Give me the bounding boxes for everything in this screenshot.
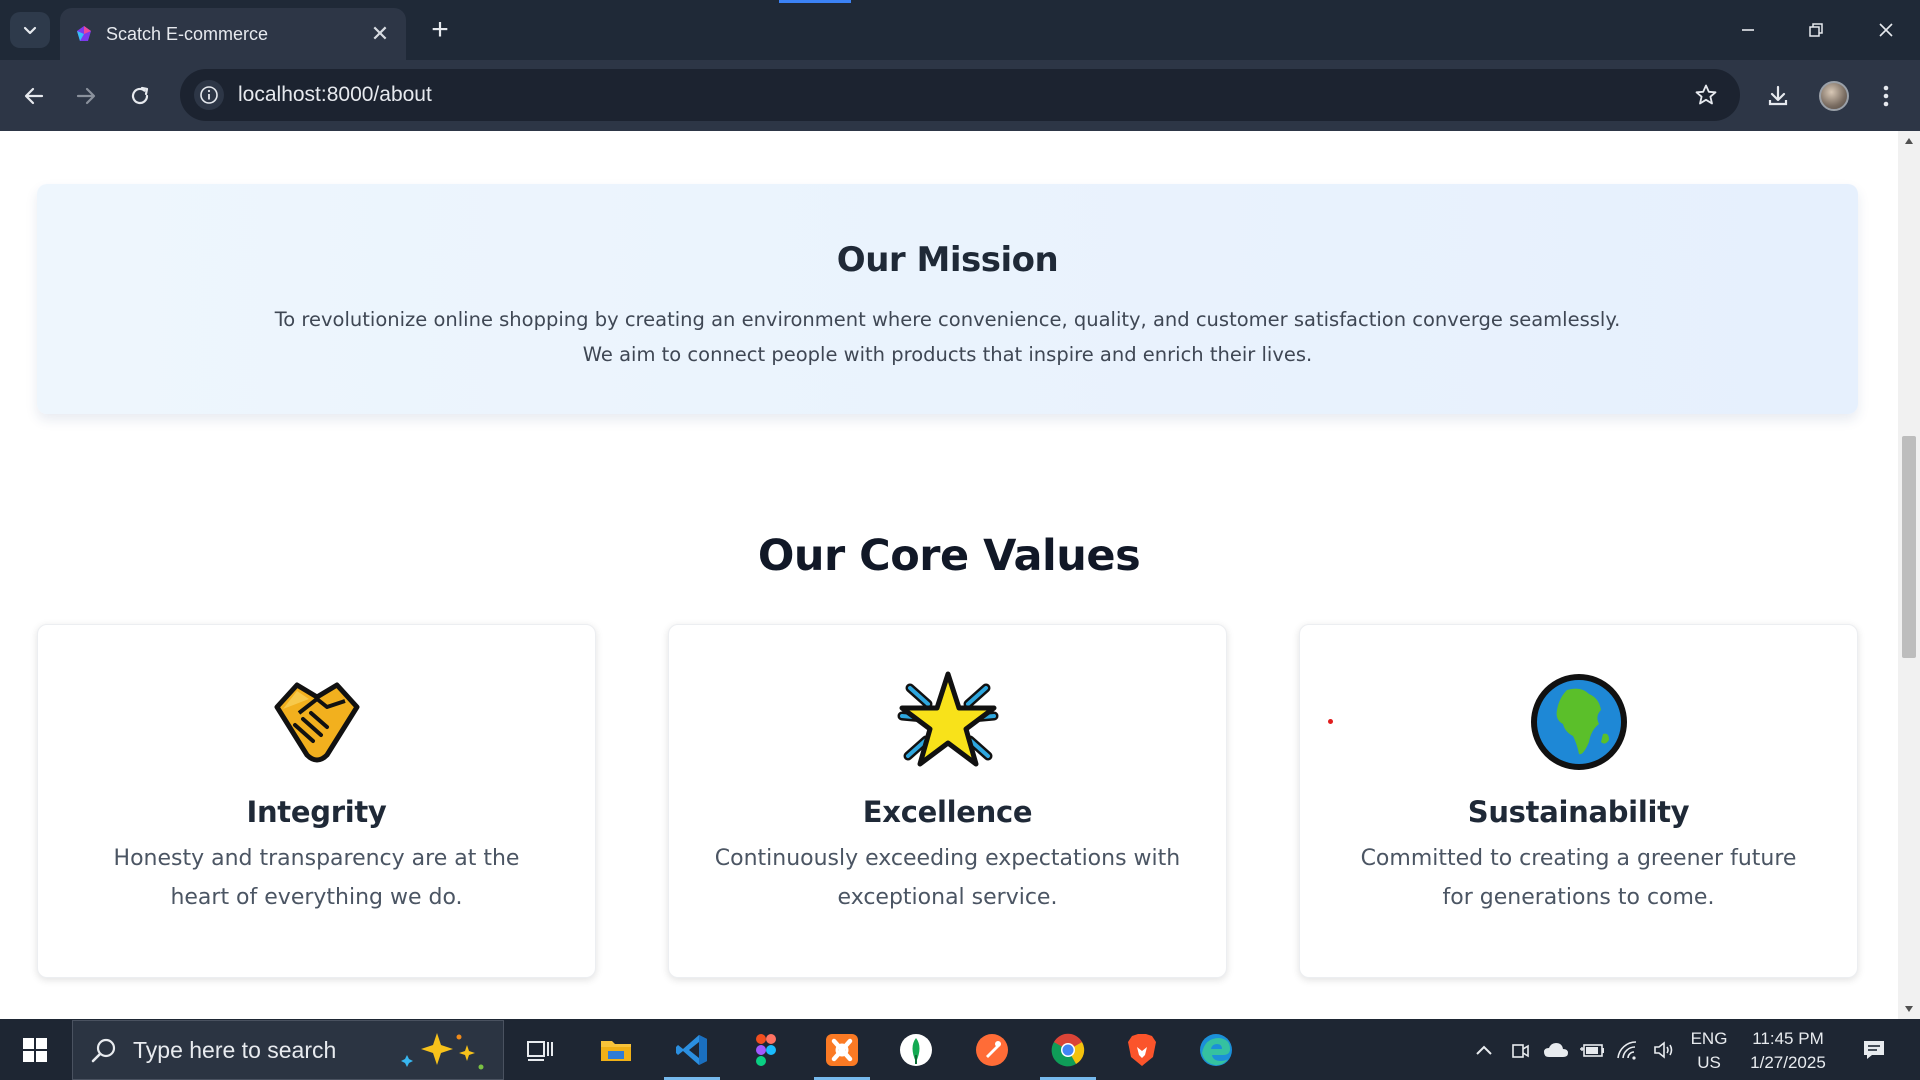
chrome-app[interactable] (1036, 1019, 1100, 1080)
info-circle-icon (200, 86, 218, 104)
chevron-up-icon (1476, 1045, 1492, 1055)
new-tab-button[interactable]: + (422, 12, 458, 48)
mongodb-leaf-icon (900, 1033, 932, 1066)
taskbar-search-box[interactable]: Type here to search (72, 1020, 504, 1080)
brave-app[interactable] (1110, 1019, 1174, 1080)
avatar (1819, 81, 1849, 111)
scrollbar-thumb[interactable] (1902, 436, 1916, 658)
input-language-indicator[interactable]: ENG US (1686, 1027, 1732, 1075)
value-title: Sustainability (1467, 795, 1690, 829)
scroll-down-arrow-icon[interactable] (1898, 999, 1920, 1019)
close-icon (1879, 23, 1893, 37)
arrow-right-icon (76, 87, 96, 105)
keyboard-region: US (1697, 1053, 1721, 1072)
stray-red-dot (1328, 719, 1333, 724)
figma-app[interactable] (734, 1019, 798, 1080)
file-explorer-app[interactable] (584, 1019, 648, 1080)
xampp-icon (826, 1033, 858, 1066)
close-tab-icon[interactable]: ✕ (368, 21, 392, 47)
tab-title: Scatch E-commerce (106, 23, 269, 44)
sparkle-icon (401, 1033, 484, 1070)
search-icon (91, 1038, 116, 1063)
mongodb-compass-app[interactable] (884, 1019, 948, 1080)
value-title: Excellence (862, 795, 1033, 829)
value-text: Committed to creating a greener future f… (1360, 846, 1797, 910)
value-card-integrity: Integrity Honesty and transparency are a… (37, 624, 596, 978)
wifi-icon[interactable] (1612, 1019, 1644, 1080)
address-url[interactable]: localhost:8000/about (238, 83, 432, 107)
browser-menu-button[interactable] (1866, 76, 1906, 116)
search-placeholder: Type here to search (133, 1036, 337, 1063)
minimize-button[interactable] (1720, 10, 1776, 50)
browser-tab-active[interactable]: Scatch E-commerce ✕ (60, 8, 406, 60)
vscode-icon (676, 1034, 707, 1065)
value-title: Integrity (246, 795, 387, 829)
clock-time: 11:45 PM (1752, 1029, 1824, 1048)
tab-loading-indicator (779, 0, 851, 3)
clock-date: 1/27/2025 (1750, 1053, 1826, 1072)
restore-icon (1809, 23, 1823, 37)
minimize-icon (1742, 29, 1754, 31)
restore-button[interactable] (1788, 10, 1844, 50)
page-scrollbar[interactable] (1898, 131, 1920, 1019)
glowing-star-icon (893, 667, 1003, 777)
arrow-left-icon (24, 87, 44, 105)
task-view-icon (527, 1040, 553, 1061)
edge-app[interactable] (1184, 1019, 1248, 1080)
notification-icon (1864, 1040, 1884, 1059)
battery-icon[interactable] (1576, 1019, 1608, 1080)
volume-icon[interactable] (1648, 1019, 1680, 1080)
scroll-up-arrow-icon[interactable] (1898, 131, 1920, 151)
notification-center-button[interactable] (1848, 1019, 1900, 1080)
more-vertical-icon (1883, 85, 1889, 107)
meet-now-icon[interactable] (1506, 1019, 1534, 1080)
task-view-button[interactable] (508, 1019, 572, 1080)
onedrive-cloud-icon[interactable] (1540, 1019, 1572, 1080)
chevron-down-icon (23, 26, 37, 35)
downloads-button[interactable] (1758, 76, 1798, 116)
postman-app[interactable] (960, 1019, 1024, 1080)
start-button[interactable] (0, 1019, 70, 1080)
language-code: ENG (1690, 1029, 1728, 1048)
value-card-excellence: Excellence Continuously exceeding expect… (668, 624, 1227, 978)
address-bar[interactable]: localhost:8000/about (180, 69, 1740, 121)
download-icon (1768, 85, 1788, 106)
windows-logo-icon (23, 1037, 47, 1062)
value-text: Continuously exceeding expectations with… (714, 846, 1181, 910)
value-card-sustainability: Sustainability Committed to creating a g… (1299, 624, 1858, 978)
vscode-app[interactable] (660, 1019, 724, 1080)
mission-section: Our Mission To revolutionize online shop… (37, 184, 1858, 414)
globe-africa-icon (1524, 667, 1634, 777)
browser-toolbar: localhost:8000/about (0, 60, 1920, 131)
system-clock[interactable]: 11:45 PM 1/27/2025 (1738, 1027, 1838, 1075)
scatch-favicon-icon (77, 26, 91, 41)
brave-lion-icon (1128, 1033, 1156, 1066)
postman-icon (976, 1033, 1008, 1066)
back-button[interactable] (14, 76, 54, 116)
close-window-button[interactable] (1858, 10, 1914, 50)
reload-button[interactable] (120, 76, 160, 116)
bookmark-star-icon[interactable] (1692, 81, 1720, 109)
profile-button[interactable] (1814, 76, 1854, 116)
core-values-title: Our Core Values (757, 531, 1141, 581)
windows-taskbar: Type here to search ENG US 11:45 PM 1/27… (0, 1019, 1920, 1080)
edge-icon (1200, 1033, 1232, 1066)
folder-icon (601, 1040, 631, 1061)
chrome-icon (1051, 1033, 1085, 1066)
browser-tab-strip: Scatch E-commerce ✕ + (0, 0, 1920, 60)
reload-icon (131, 86, 149, 105)
mission-title: Our Mission (836, 240, 1059, 280)
show-hidden-icons[interactable] (1470, 1019, 1498, 1080)
handshake-icon (262, 667, 372, 777)
forward-button[interactable] (66, 76, 106, 116)
value-text: Honesty and transparency are at the hear… (113, 846, 520, 910)
page-viewport: Our Mission To revolutionize online shop… (0, 131, 1898, 1019)
xampp-app[interactable] (810, 1019, 874, 1080)
tab-search-button[interactable] (10, 12, 50, 48)
mission-text: To revolutionize online shopping by crea… (274, 308, 1621, 366)
site-info-icon[interactable] (194, 80, 224, 110)
figma-icon (756, 1033, 776, 1066)
